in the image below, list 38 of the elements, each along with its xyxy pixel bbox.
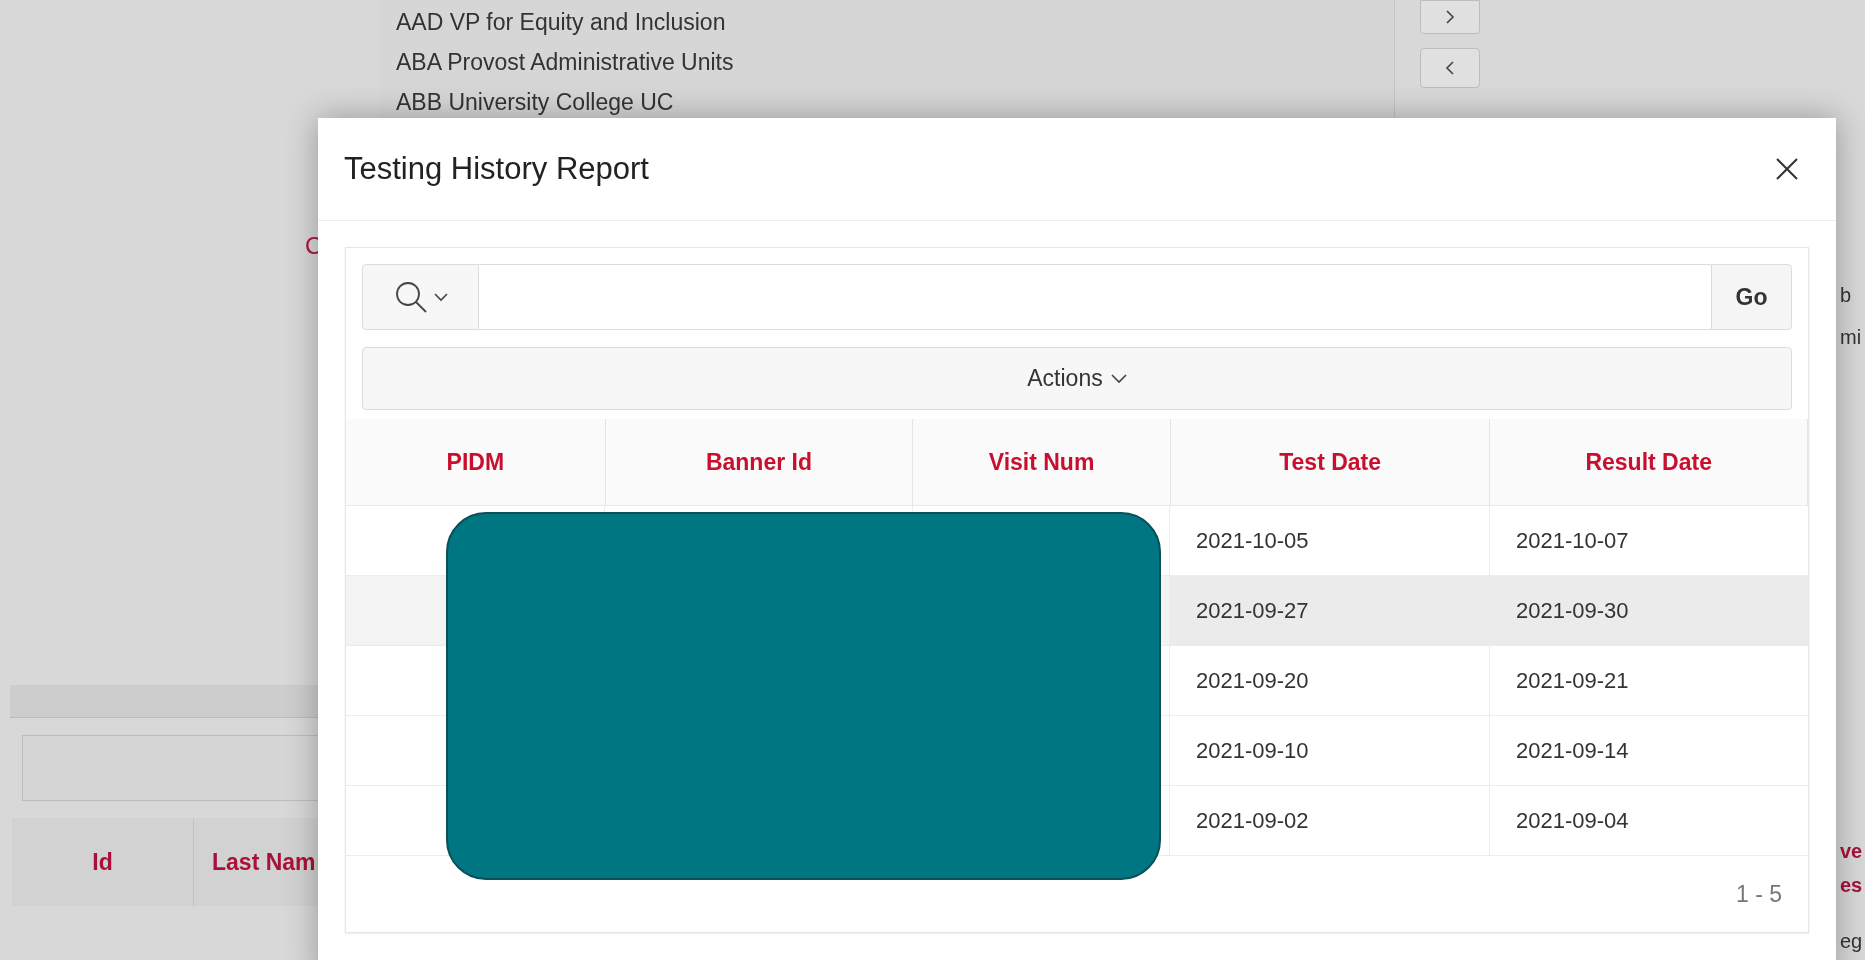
pagination-text: 1 - 5 bbox=[1735, 879, 1782, 909]
table-cell-text: 2021-09-14 bbox=[1516, 737, 1629, 765]
table-cell-text: 2021-09-02 bbox=[1196, 807, 1309, 835]
go-button[interactable]: Go bbox=[1711, 264, 1792, 330]
dialog-title: Testing History Report bbox=[344, 149, 649, 188]
column-header[interactable]: Banner Id bbox=[605, 419, 914, 505]
list-item[interactable]: ABB University College UC bbox=[396, 88, 1394, 116]
list-item[interactable]: AAD VP for Equity and Inclusion bbox=[396, 8, 1394, 36]
chevron-left-icon bbox=[1445, 60, 1455, 76]
column-header[interactable]: es bbox=[1840, 868, 1863, 902]
table-cell-text: eg bbox=[1840, 929, 1863, 954]
column-header[interactable]: Visit Num bbox=[913, 419, 1171, 505]
caret-icon bbox=[433, 292, 448, 302]
table-cell-text: 2021-09-10 bbox=[1196, 737, 1309, 765]
table-cell-text: 2021-10-07 bbox=[1516, 527, 1629, 555]
column-header[interactable]: Result Date bbox=[1490, 419, 1808, 505]
caret-icon bbox=[1110, 373, 1127, 384]
move-left-button[interactable] bbox=[1420, 48, 1480, 88]
search-icon bbox=[393, 280, 428, 314]
column-header[interactable]: Id bbox=[12, 818, 194, 906]
table-cell-text: 2021-10-05 bbox=[1196, 527, 1309, 555]
table-cell-text: 2021-09-21 bbox=[1516, 667, 1629, 695]
move-right-button[interactable] bbox=[1420, 0, 1480, 34]
label-text: b bbox=[1840, 283, 1853, 308]
column-header[interactable]: PIDM bbox=[346, 419, 606, 505]
table-cell-text: 2021-09-30 bbox=[1516, 597, 1629, 625]
label-text: mi bbox=[1840, 325, 1862, 350]
table-cell-text: 2021-09-27 bbox=[1196, 597, 1309, 625]
search-menu-button[interactable] bbox=[362, 264, 479, 330]
search-field[interactable] bbox=[479, 264, 1711, 330]
actions-button[interactable]: Actions bbox=[362, 347, 1792, 410]
table-cell-text: 2021-09-04 bbox=[1516, 807, 1629, 835]
chevron-right-icon bbox=[1445, 9, 1455, 25]
close-icon bbox=[1775, 157, 1799, 181]
column-header[interactable]: Test Date bbox=[1170, 419, 1491, 505]
column-header[interactable]: ve bbox=[1840, 834, 1863, 868]
table-cell-text: 2021-09-20 bbox=[1196, 667, 1309, 695]
list-item[interactable]: ABA Provost Administrative Units bbox=[396, 48, 1394, 76]
